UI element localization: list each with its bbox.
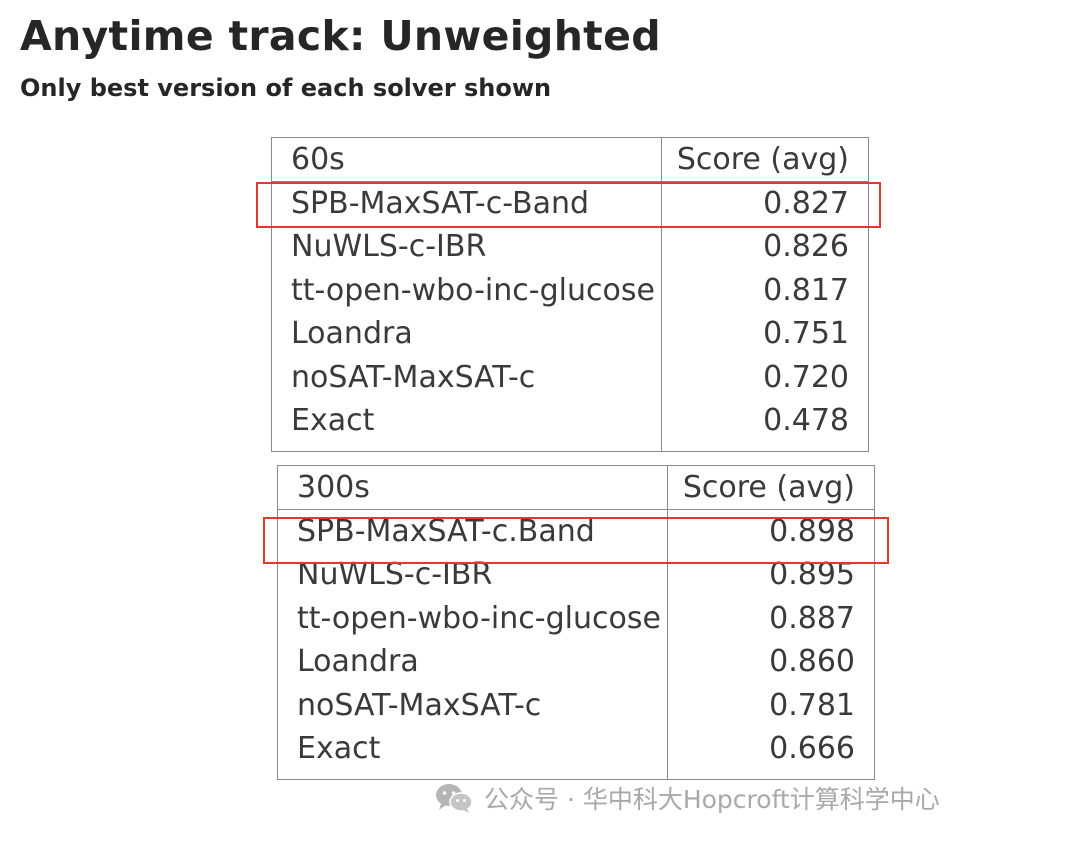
table-header-row: 300s Score (avg) (278, 466, 874, 510)
solver-score: 0.781 (769, 687, 855, 723)
solver-name: noSAT-MaxSAT-c (297, 687, 542, 723)
table-row: noSAT-MaxSAT-c 0.781 (278, 684, 874, 728)
solver-name: Exact (297, 731, 381, 767)
table-row: tt-open-wbo-inc-glucose 0.887 (278, 597, 874, 641)
table-row: Exact 0.666 (278, 728, 874, 772)
solver-name: NuWLS-c-IBR (291, 229, 487, 265)
table-row: SPB-MaxSAT-c.Band 0.898 (278, 510, 874, 554)
results-table-60s: 60s Score (avg) SPB-MaxSAT-c-Band 0.827 … (271, 137, 869, 452)
solver-name: SPB-MaxSAT-c-Band (291, 185, 590, 221)
solver-name: noSAT-MaxSAT-c (291, 359, 536, 395)
table-row: tt-open-wbo-inc-glucose 0.817 (272, 269, 868, 313)
page-title: Anytime track: Unweighted (20, 12, 661, 60)
solver-score: 0.751 (763, 316, 849, 352)
results-table-300s: 300s Score (avg) SPB-MaxSAT-c.Band 0.898… (277, 465, 875, 780)
page-subtitle: Only best version of each solver shown (20, 74, 552, 102)
solver-name: tt-open-wbo-inc-glucose (297, 600, 661, 636)
time-limit-header: 300s (297, 469, 370, 505)
table-row: NuWLS-c-IBR 0.826 (272, 226, 868, 270)
solver-score: 0.720 (763, 359, 849, 395)
solver-score: 0.860 (769, 644, 855, 680)
solver-score: 0.666 (769, 731, 855, 767)
solver-score: 0.478 (763, 403, 849, 439)
solver-name: Loandra (297, 644, 419, 680)
solver-name: NuWLS-c-IBR (297, 557, 493, 593)
time-limit-header: 60s (291, 141, 345, 177)
wechat-icon (434, 782, 474, 814)
table-row: NuWLS-c-IBR 0.895 (278, 554, 874, 598)
table-row: Exact 0.478 (272, 400, 868, 444)
solver-name: Loandra (291, 316, 413, 352)
solver-score: 0.817 (763, 272, 849, 308)
score-header: Score (avg) (676, 141, 849, 177)
table-row: Loandra 0.751 (272, 313, 868, 357)
score-header: Score (avg) (682, 469, 855, 505)
watermark-text: 公众号 · 华中科大Hopcroft计算科学中心 (484, 785, 940, 814)
table-row: noSAT-MaxSAT-c 0.720 (272, 356, 868, 400)
solver-score: 0.826 (763, 229, 849, 265)
solver-score: 0.827 (763, 185, 849, 221)
solver-score: 0.898 (769, 513, 855, 549)
solver-score: 0.895 (769, 557, 855, 593)
table-row: Loandra 0.860 (278, 641, 874, 685)
solver-name: Exact (291, 403, 375, 439)
solver-score: 0.887 (769, 600, 855, 636)
watermark: 公众号 · 华中科大Hopcroft计算科学中心 (434, 780, 940, 816)
table-row: SPB-MaxSAT-c-Band 0.827 (272, 182, 868, 226)
solver-name: SPB-MaxSAT-c.Band (297, 513, 595, 549)
solver-name: tt-open-wbo-inc-glucose (291, 272, 655, 308)
table-header-row: 60s Score (avg) (272, 138, 868, 182)
